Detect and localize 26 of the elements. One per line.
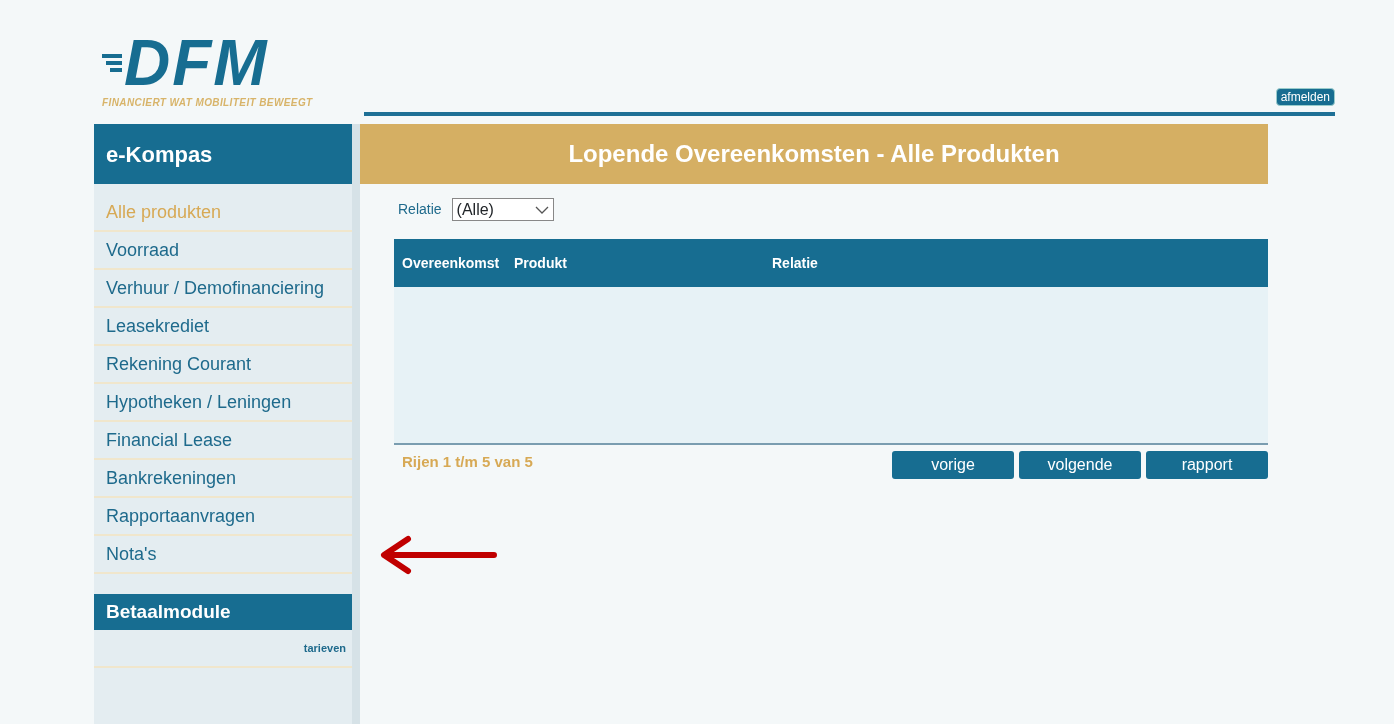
menu-item[interactable]: Rapportaanvragen [94, 498, 352, 536]
menu-item[interactable]: Bankrekeningen [94, 460, 352, 498]
menu-item[interactable]: Hypotheken / Leningen [94, 384, 352, 422]
column-header: Produkt [514, 253, 568, 273]
logo: DFM [124, 31, 269, 95]
column-header: Overeenkomst [401, 253, 501, 273]
menu-item[interactable]: Voorraad [94, 232, 352, 270]
column-header: Relatie [772, 253, 819, 273]
tariff-link[interactable]: tarieven [303, 639, 346, 657]
relation-dropdown[interactable]: (Alle) [451, 198, 554, 221]
menu-item[interactable]: Rekening Courant [94, 346, 352, 384]
nav-button[interactable]: vorige [892, 451, 1014, 479]
menu-item[interactable]: Nota's [94, 536, 352, 574]
row-count: Rijen 1 t/m 5 van 5 [402, 452, 533, 472]
nav-button[interactable]: volgende [1019, 451, 1141, 479]
menu-item[interactable]: Financial Lease [94, 422, 352, 460]
section-title: Betaalmodule [94, 594, 352, 630]
tagline: FINANCIERT WAT MOBILITEIT BEWEEGT [102, 96, 314, 110]
menu-item[interactable]: Leasekrediet [94, 308, 352, 346]
filter-label: Relatie [398, 200, 442, 219]
sidebar-title: e-Kompas [94, 124, 352, 184]
logout-button[interactable]: afmelden [1275, 88, 1335, 106]
menu-item[interactable]: Verhuur / Demofinanciering [94, 270, 352, 308]
page-title: Lopende Overeenkomsten - Alle Produkten [360, 124, 1268, 184]
chevron-down-icon [534, 205, 549, 214]
nav-button[interactable]: rapport [1146, 451, 1268, 479]
